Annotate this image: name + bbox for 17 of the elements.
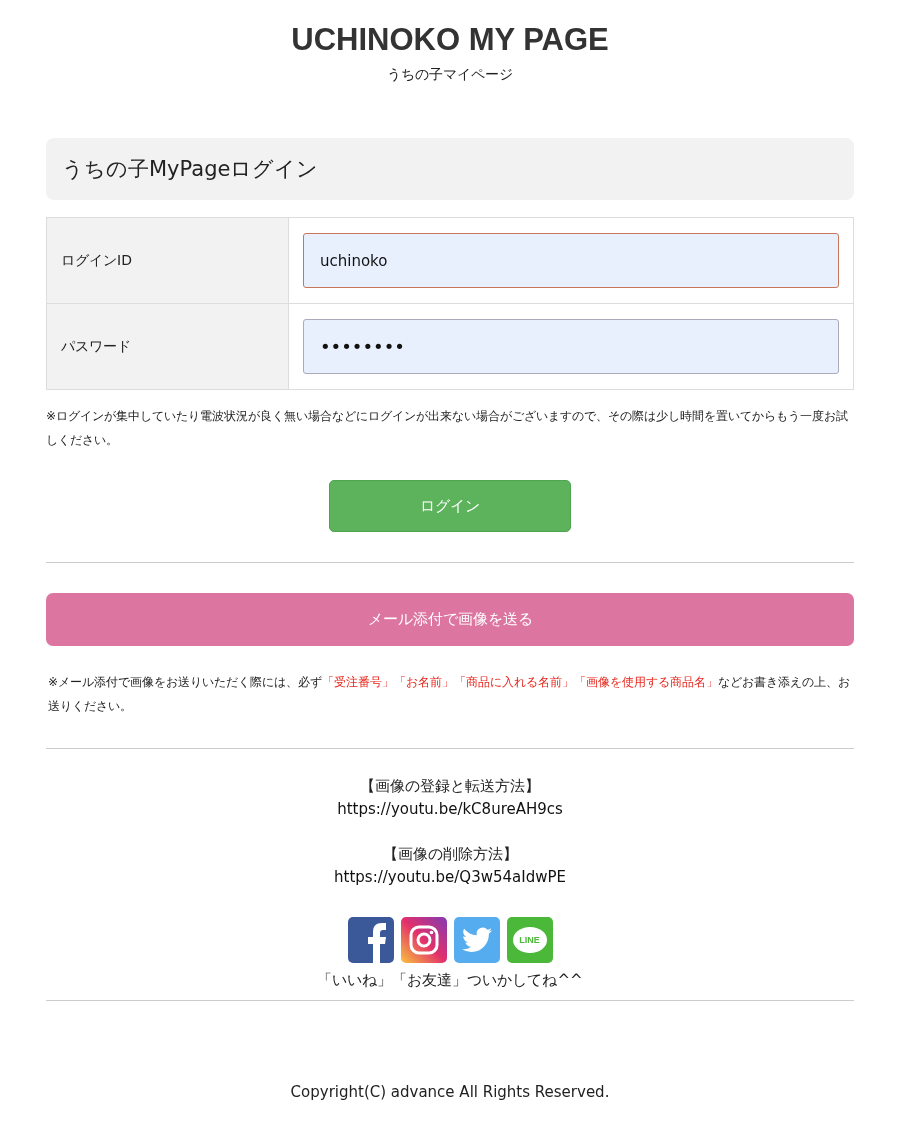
video-link[interactable]: https://youtu.be/Q3w54aIdwPE	[334, 868, 566, 886]
copyright: Copyright(C) advance All Rights Reserved.	[289, 1083, 611, 1101]
social-caption: 「いいね」「お友達」ついかしてね^^	[316, 971, 584, 990]
facebook-icon[interactable]	[347, 917, 394, 963]
site-title: UCHINOKO MY PAGE	[290, 22, 610, 58]
input-field[interactable]: uchinoko	[303, 233, 839, 288]
site-subtitle: うちの子マイページ	[386, 66, 514, 84]
instagram-icon[interactable]	[400, 917, 447, 963]
video-link[interactable]: https://youtu.be/kC8ureAH9cs	[337, 800, 563, 818]
field-label: パスワード	[47, 304, 289, 389]
password-field[interactable]: ••••••••	[303, 319, 839, 374]
mail-note: ※メール添付で画像をお送りいただく際には、必ず「受注番号」「お名前」「商品に入れる名前」「画像を使用する商品名」などお書き添えの上、お送りください。	[47, 674, 852, 715]
login-note: ※ログインが集中していたり電波状況が良く無い場合などにログインが出来ない場合がございますので、その際は少し時間を置いてからもう一度お試しください。	[46, 408, 850, 449]
video-title: 【画像の削除方法】	[381, 844, 519, 865]
field-label: ログインID	[47, 218, 289, 303]
login-heading: うちの子MyPageログイン	[46, 138, 854, 200]
video-title: 【画像の登録と転送方法】	[359, 776, 541, 797]
